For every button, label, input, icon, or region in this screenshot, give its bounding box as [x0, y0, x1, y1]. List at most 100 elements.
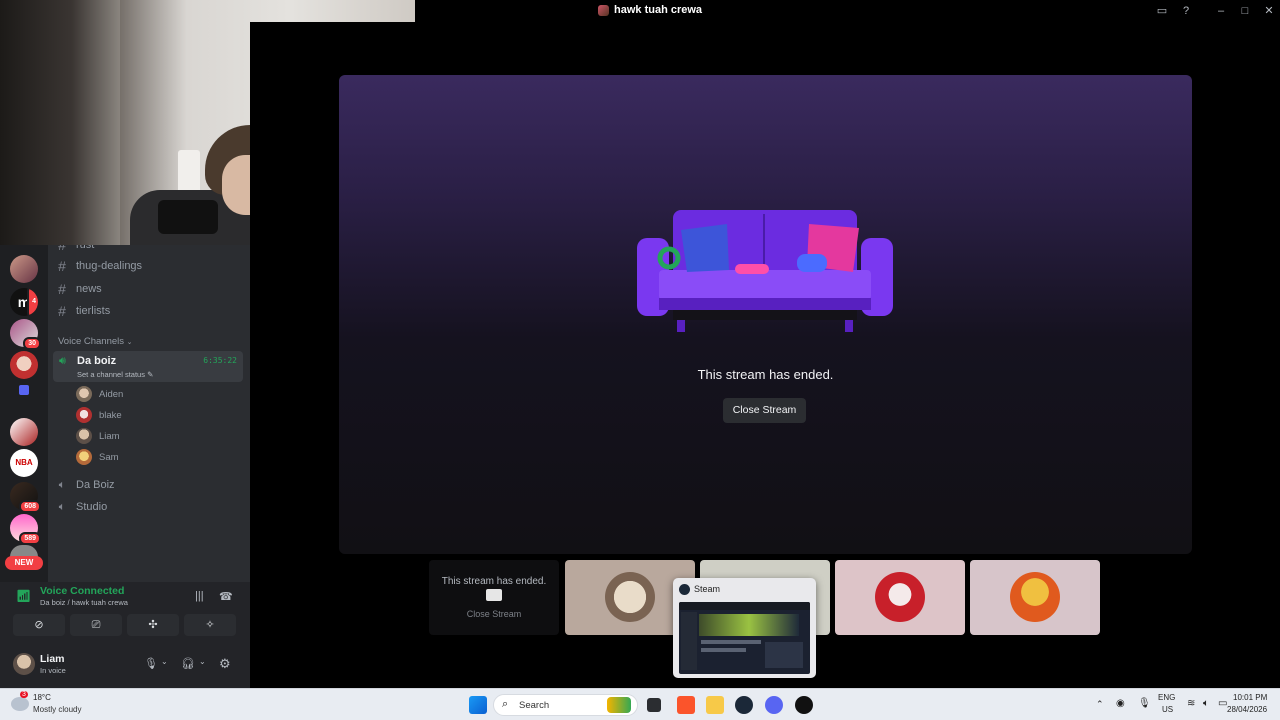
tile-close-stream[interactable]: Close Stream [429, 609, 559, 619]
stream-tile-ended[interactable]: This stream has ended. Close Stream [429, 560, 559, 635]
folder-icon[interactable] [19, 385, 29, 395]
activities-button[interactable]: ✣ [127, 614, 179, 636]
weather-temp[interactable]: 18°C [33, 693, 51, 702]
language-region[interactable]: US [1162, 705, 1173, 714]
windows-taskbar: 3 18°C Mostly cloudy ⌕ Search ⌃ ◉ 🎙︎ ENG… [0, 688, 1280, 720]
camera-off-icon: ⊘ [34, 619, 44, 631]
server-icon[interactable] [10, 351, 38, 379]
hash-icon: # [58, 303, 66, 319]
voice-member[interactable]: blake [76, 406, 122, 424]
start-icon[interactable] [469, 696, 487, 714]
task-view-icon[interactable] [647, 698, 661, 712]
participant-tile[interactable] [970, 560, 1100, 635]
channel-item[interactable]: # news [56, 279, 102, 299]
server-icon [598, 4, 609, 16]
language-indicator[interactable]: ENG [1158, 693, 1175, 702]
member-name: Liam [99, 430, 120, 442]
chevron-down-icon[interactable]: ⌄ [161, 657, 168, 666]
server-icon[interactable]: 30 [10, 319, 41, 350]
username[interactable]: Liam [40, 653, 65, 665]
soundboard-icon: ✧ [205, 619, 215, 631]
avatar [1010, 572, 1060, 622]
steam-tray-icon[interactable]: ◉ [1116, 698, 1125, 709]
new-pill[interactable]: NEW [5, 556, 43, 570]
disconnect-icon[interactable]: ☎ [219, 590, 233, 603]
volume-icon[interactable]: 🔈︎ [1203, 698, 1209, 709]
voice-timer: 6:35:22 [203, 356, 237, 365]
participant-tile[interactable] [835, 560, 965, 635]
clock-time[interactable]: 10:01 PM [1233, 693, 1267, 702]
server-icon[interactable] [10, 418, 38, 446]
chevron-down-icon[interactable]: ⌄ [199, 657, 206, 666]
headphones-icon[interactable]: 🎧︎ [181, 657, 195, 670]
blue-pillow [681, 224, 729, 272]
window-title-text: hawk tuah crewa [614, 4, 703, 16]
active-voice-channel[interactable]: 🔊︎ Da boiz 6:35:22 Set a channel status … [53, 351, 243, 382]
couch-seat [659, 270, 871, 300]
voice-member[interactable]: Sam [76, 448, 119, 466]
camera-off-button[interactable]: ⊘ [13, 614, 65, 636]
steam-icon[interactable] [735, 696, 753, 714]
close-stream-button[interactable]: Close Stream [723, 398, 806, 423]
voice-location[interactable]: Da boiz / hawk tuah crewa [40, 598, 128, 607]
chevron-up-icon[interactable]: ⌃ [1096, 699, 1104, 710]
server-icon-nba[interactable]: NBA [10, 449, 38, 477]
microphone-icon[interactable]: 🎙︎ [1138, 698, 1151, 709]
avatar [76, 386, 92, 402]
soundboard-button[interactable]: ✧ [184, 614, 236, 636]
pencil-icon: ✎ [147, 370, 154, 379]
gear-icon[interactable]: ⚙ [219, 656, 231, 672]
stream-stage: This stream has ended. Close Stream [339, 75, 1192, 554]
server-icon[interactable]: 608 [10, 482, 41, 513]
voice-channel-item[interactable]: 🔈︎ Studio [56, 497, 108, 517]
voice-category-header[interactable]: Voice Channels ⌄ [58, 336, 133, 347]
server-badge: 30 [23, 337, 41, 350]
channel-label: thug-dealings [76, 260, 143, 272]
clock-date[interactable]: 28/04/2026 [1227, 705, 1267, 714]
taskbar-search[interactable]: ⌕ Search [493, 694, 638, 716]
search-icon: ⌕ [502, 698, 509, 710]
brave-icon[interactable] [677, 696, 695, 714]
channel-status-input[interactable]: Set a channel status ✎ [77, 370, 153, 379]
member-name: Sam [99, 451, 119, 463]
channel-item[interactable]: # thug-dealings [56, 256, 142, 276]
user-status: In voice [40, 666, 66, 675]
noise-suppression-icon[interactable]: ||| [195, 590, 204, 602]
search-highlight-icon [607, 697, 631, 713]
search-label: Search [519, 700, 550, 711]
voice-connected-label[interactable]: Voice Connected [40, 585, 124, 597]
voice-channel-item[interactable]: 🔈︎ Da Boiz [56, 475, 115, 495]
inbox-icon[interactable]: ▭ [1154, 3, 1170, 19]
weather-icon[interactable] [11, 697, 29, 711]
server-badge: 589 [19, 532, 41, 545]
steam-window-preview[interactable]: Steam [673, 578, 816, 678]
voice-member[interactable]: Aiden [76, 385, 123, 403]
screen-share-button[interactable]: ⎚ [70, 614, 122, 636]
microphone-icon[interactable]: 🎙︎ [144, 657, 158, 670]
screen-share-icon: ⎚ [91, 619, 101, 631]
speaker-icon: 🔈︎ [58, 500, 66, 513]
avatar[interactable] [13, 653, 35, 675]
channel-sidebar: # rust # thug-dealings # news # tierlist… [48, 245, 250, 582]
help-icon[interactable]: ? [1178, 3, 1194, 19]
server-icon[interactable]: m 4 [10, 288, 38, 316]
maximize-button[interactable]: □ [1237, 3, 1253, 19]
weather-desc[interactable]: Mostly cloudy [33, 705, 81, 714]
server-icon[interactable] [10, 255, 38, 283]
couch-illustration [637, 210, 893, 332]
file-explorer-icon[interactable] [706, 696, 724, 714]
controller-icon [797, 254, 827, 272]
steam-icon [679, 584, 690, 595]
wifi-icon[interactable]: ≋ [1187, 698, 1195, 709]
close-window-button[interactable]: ✕ [1261, 3, 1277, 19]
voice-member[interactable]: Liam [76, 427, 120, 445]
channel-item[interactable]: # tierlists [56, 301, 110, 321]
discord-icon[interactable] [765, 696, 783, 714]
minimize-button[interactable]: – [1213, 3, 1229, 19]
app-icon[interactable] [795, 696, 813, 714]
channel-item[interactable]: # rust [56, 245, 94, 255]
voice-channel-label: Studio [76, 501, 108, 513]
hash-icon: # [58, 281, 66, 297]
channel-label: tierlists [76, 305, 111, 317]
server-icon[interactable]: 589 [10, 514, 41, 545]
